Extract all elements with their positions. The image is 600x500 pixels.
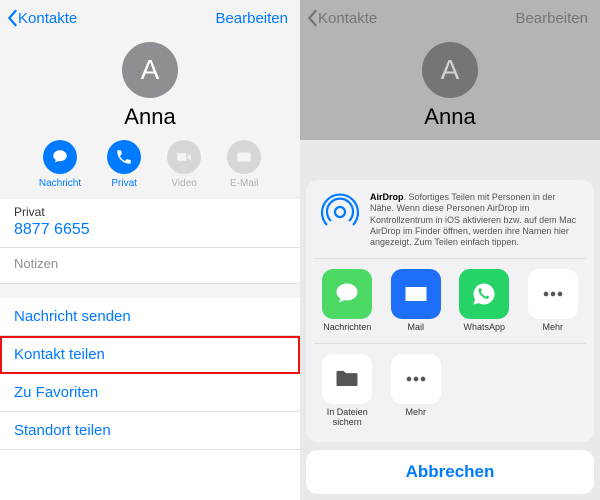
share-sheet-pane: Kontakte Bearbeiten A Anna AirDrop. Sofo…	[300, 0, 600, 500]
mail-app-icon	[402, 280, 430, 308]
save-to-files-label: In Dateien sichern	[316, 408, 379, 428]
back-label: Kontakte	[318, 10, 377, 27]
mail-icon	[235, 148, 253, 166]
share-apps-row: Nachrichten Mail WhatsApp Mehr	[314, 259, 586, 344]
share-messages[interactable]: Nachrichten	[316, 269, 379, 333]
cancel-button[interactable]: Abbrechen	[306, 450, 594, 494]
mail-label: E-Mail	[227, 178, 261, 189]
video-icon	[175, 148, 193, 166]
phone-icon	[115, 148, 133, 166]
share-mail-label: Mail	[385, 323, 448, 333]
share-more-apps-label: Mehr	[522, 323, 585, 333]
share-contact-row[interactable]: Kontakt teilen	[0, 336, 300, 374]
message-action[interactable]: Nachricht	[39, 140, 81, 189]
chevron-left-icon	[306, 9, 318, 27]
edit-button-dimmed: Bearbeiten	[515, 10, 594, 27]
share-location-row[interactable]: Standort teilen	[0, 412, 300, 450]
avatar: A	[122, 42, 178, 98]
message-label: Nachricht	[39, 178, 81, 189]
more-actions-label: Mehr	[385, 408, 448, 418]
whatsapp-icon	[470, 280, 498, 308]
share-card: AirDrop. Sofortiges Teilen mit Personen …	[306, 180, 594, 442]
section-gap	[0, 284, 300, 298]
share-mail[interactable]: Mail	[385, 269, 448, 333]
call-action[interactable]: Privat	[107, 140, 141, 189]
send-message-row[interactable]: Nachricht senden	[0, 298, 300, 336]
add-favorites-row[interactable]: Zu Favoriten	[0, 374, 300, 412]
contact-detail-pane: Kontakte Bearbeiten A Anna Nachricht Pri…	[0, 0, 300, 500]
avatar: A	[422, 42, 478, 98]
back-button[interactable]: Kontakte	[6, 9, 77, 27]
message-icon	[51, 148, 69, 166]
share-whatsapp-label: WhatsApp	[453, 323, 516, 333]
contact-header: A Anna Nachricht Privat Video E-Mail	[0, 36, 300, 199]
nav-bar-dimmed: Kontakte Bearbeiten	[300, 0, 600, 36]
phone-label: Privat	[14, 205, 286, 219]
video-label: Video	[167, 178, 201, 189]
call-label: Privat	[107, 178, 141, 189]
notes-section[interactable]: Notizen	[0, 248, 300, 284]
airdrop-icon	[320, 192, 360, 232]
mail-action: E-Mail	[227, 140, 261, 189]
quick-actions: Nachricht Privat Video E-Mail	[0, 140, 300, 189]
share-sheet: AirDrop. Sofortiges Teilen mit Personen …	[306, 180, 594, 494]
back-button-dimmed: Kontakte	[306, 9, 377, 27]
phone-section[interactable]: Privat 8877 6655	[0, 199, 300, 248]
airdrop-row[interactable]: AirDrop. Sofortiges Teilen mit Personen …	[314, 180, 586, 259]
share-actions-row: In Dateien sichern Mehr . .	[314, 344, 586, 438]
nav-bar: Kontakte Bearbeiten	[0, 0, 300, 36]
airdrop-text: AirDrop. Sofortiges Teilen mit Personen …	[370, 192, 580, 248]
save-to-files[interactable]: In Dateien sichern	[316, 354, 379, 428]
edit-button[interactable]: Bearbeiten	[215, 10, 294, 27]
back-label: Kontakte	[18, 10, 77, 27]
more-icon	[539, 280, 567, 308]
contact-header-dimmed: A Anna	[300, 36, 600, 140]
contact-name: Anna	[0, 104, 300, 130]
messages-icon	[333, 280, 361, 308]
more-actions[interactable]: Mehr	[385, 354, 448, 428]
chevron-left-icon	[6, 9, 18, 27]
share-whatsapp[interactable]: WhatsApp	[453, 269, 516, 333]
share-more-apps[interactable]: Mehr	[522, 269, 585, 333]
folder-icon	[333, 365, 361, 393]
contact-name: Anna	[300, 104, 600, 130]
phone-value: 8877 6655	[14, 221, 286, 239]
share-messages-label: Nachrichten	[316, 323, 379, 333]
more-icon	[402, 365, 430, 393]
video-action: Video	[167, 140, 201, 189]
